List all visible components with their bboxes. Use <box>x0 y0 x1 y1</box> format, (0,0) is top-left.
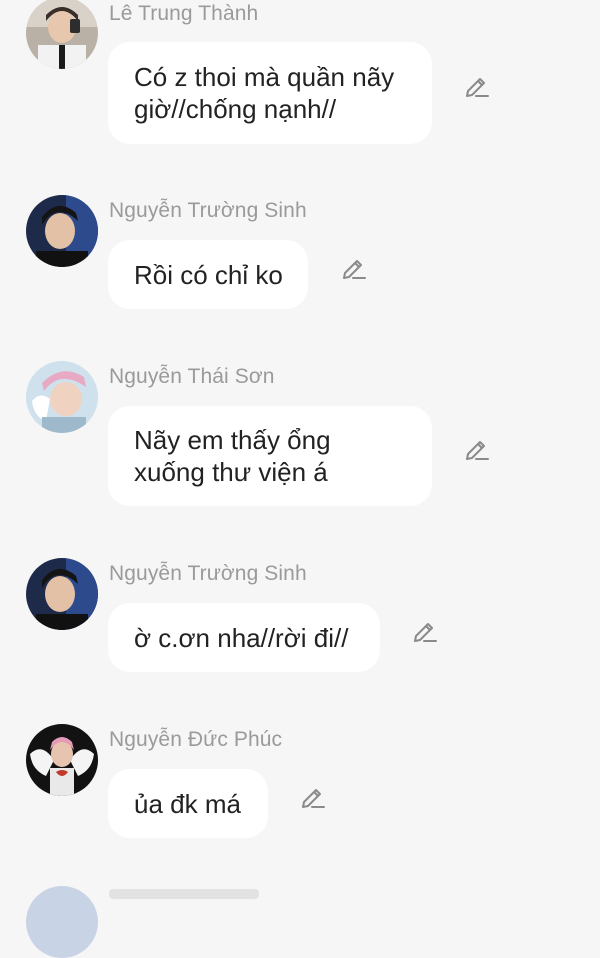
pencil-edit-icon[interactable] <box>299 782 327 810</box>
message-text: ủa đk má <box>134 788 241 819</box>
pencil-edit-icon[interactable] <box>411 616 439 644</box>
sender-name-partial <box>109 889 259 899</box>
message-text: xuống thư viện á <box>134 457 328 487</box>
sender-name: Nguyễn Thái Sơn <box>109 365 275 388</box>
avatar[interactable] <box>26 361 98 433</box>
avatar-image <box>26 361 98 433</box>
avatar-image <box>26 558 98 630</box>
pencil-edit-icon[interactable] <box>463 434 491 462</box>
avatar-image <box>26 724 98 796</box>
avatar[interactable] <box>26 0 98 69</box>
avatar[interactable] <box>26 724 98 796</box>
avatar[interactable] <box>26 195 98 267</box>
pencil-edit-icon[interactable] <box>340 253 368 281</box>
message-bubble[interactable]: Rồi có chỉ ko <box>108 240 308 309</box>
message-text: Rồi có chỉ ko <box>134 259 283 290</box>
avatar-image <box>26 0 98 69</box>
pencil-edit-icon[interactable] <box>463 71 491 99</box>
message-text: giờ//chống nạnh// <box>134 94 337 124</box>
message-bubble[interactable]: Nãy em thấy ổng xuống thư viện á <box>108 406 432 506</box>
sender-name: Nguyễn Đức Phúc <box>109 728 283 751</box>
avatar[interactable] <box>26 558 98 630</box>
message-bubble[interactable]: ủa đk má <box>108 769 268 838</box>
avatar[interactable] <box>26 886 98 958</box>
sender-name: Nguyễn Trường Sinh <box>109 199 307 222</box>
sender-name: Nguyễn Trường Sinh <box>109 562 307 585</box>
message-bubble[interactable]: ờ c.ơn nha//rời đi// <box>108 603 380 672</box>
message-bubble[interactable]: Có z thoi mà quần nãy giờ//chống nạnh// <box>108 42 432 144</box>
sender-name: Lê Trung Thành <box>109 2 259 25</box>
message-text: ờ c.ơn nha//rời đi// <box>134 622 349 653</box>
avatar-image <box>26 195 98 267</box>
message-text: Có z thoi mà quần nãy <box>134 62 395 92</box>
message-text: Nãy em thấy ổng <box>134 425 331 455</box>
